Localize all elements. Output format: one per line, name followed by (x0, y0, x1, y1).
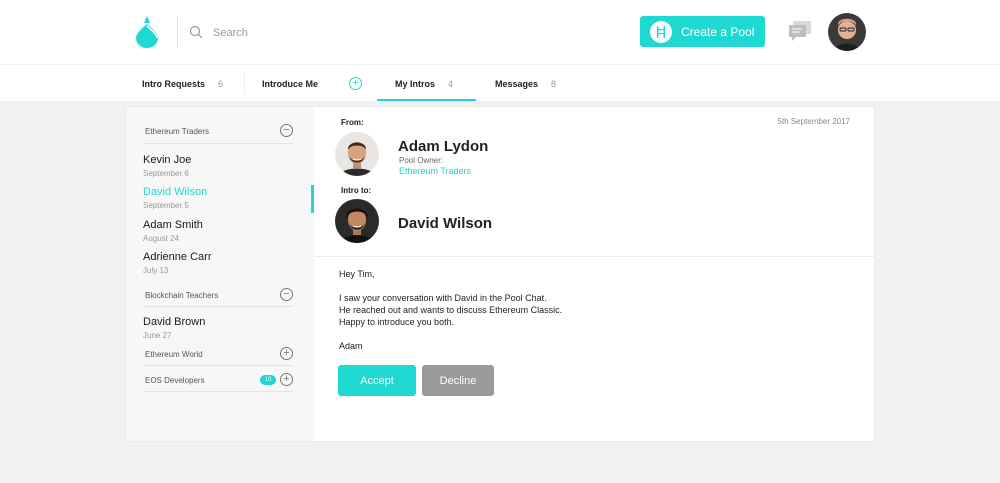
tab-bar: Intro Requests 6 Introduce Me + My Intro… (0, 64, 1000, 101)
contact-date: September 6 (143, 169, 189, 178)
sidebar-item-adam-smith[interactable]: Adam Smith August 24 (143, 219, 203, 243)
contact-name: David Wilson (143, 186, 208, 198)
intros-sidebar: Ethereum Traders − Kevin Joe September 6… (126, 107, 314, 441)
message-divider (314, 256, 874, 257)
plus-icon: + (349, 77, 362, 90)
active-tab-indicator (377, 99, 476, 101)
group-divider (143, 365, 293, 366)
search-input[interactable] (213, 23, 413, 43)
group-eos-developers[interactable]: EOS Developers (145, 376, 205, 385)
tab-count: 8 (551, 78, 557, 89)
tab-intro-requests[interactable]: Intro Requests 6 (142, 65, 223, 102)
drop-logo-icon[interactable] (134, 14, 160, 48)
group-ethereum-world[interactable]: Ethereum World (145, 350, 203, 359)
intro-detail: From: 5th September 2017 Adam Lydon Pool… (314, 107, 874, 441)
tab-label: My Intros (395, 78, 436, 89)
pool-owner-label: Pool Owner: (399, 156, 444, 165)
contact-name: David Brown (143, 316, 206, 328)
user-avatar[interactable] (828, 13, 866, 51)
sender-photo[interactable] (335, 132, 379, 176)
accept-button[interactable]: Accept (338, 365, 416, 396)
sidebar-item-david-brown[interactable]: David Brown June 27 (143, 316, 205, 340)
group-divider (143, 306, 293, 307)
sidebar-item-david-wilson[interactable]: David Wilson September 5 (143, 186, 207, 210)
recipient-photo[interactable] (335, 199, 379, 243)
tab-label: Messages (495, 78, 539, 89)
message-greeting: Hey Tim, (339, 269, 375, 279)
tab-messages[interactable]: Messages 8 (495, 65, 556, 102)
pool-icon (650, 20, 672, 43)
message-line: Happy to introduce you both. (339, 317, 455, 327)
tab-divider (244, 73, 245, 94)
collapse-icon[interactable]: − (280, 124, 293, 137)
header-divider (177, 16, 178, 48)
top-bar: Create a Pool (0, 0, 1000, 64)
introduce-me-add-button[interactable]: + (349, 65, 362, 102)
create-pool-label: Create a Pool (681, 24, 755, 39)
group-blockchain-teachers[interactable]: Blockchain Teachers (145, 291, 218, 300)
expand-icon[interactable]: + (280, 347, 293, 360)
tab-my-intros[interactable]: My Intros 4 (395, 65, 453, 102)
contact-name: Adrienne Carr (143, 251, 212, 263)
tab-label: Introduce Me (262, 78, 319, 89)
tab-count: 6 (218, 78, 224, 89)
tab-label: Intro Requests (142, 78, 206, 89)
intro-to-label: Intro to: (341, 186, 372, 195)
contact-date: August 24 (143, 234, 180, 243)
collapse-icon[interactable]: − (280, 288, 293, 301)
tab-introduce-me[interactable]: Introduce Me (262, 65, 318, 102)
expand-icon[interactable]: + (280, 373, 293, 386)
sender-name: Adam Lydon (398, 138, 489, 155)
group-divider (143, 143, 293, 144)
message-line: I saw your conversation with David in th… (339, 293, 547, 303)
sidebar-item-kevin-joe[interactable]: Kevin Joe September 6 (143, 154, 191, 178)
decline-button[interactable]: Decline (422, 365, 494, 396)
contact-date: September 5 (143, 201, 189, 210)
group-divider (143, 391, 293, 392)
intro-date: 5th September 2017 (777, 117, 851, 126)
chat-icon[interactable] (788, 20, 812, 42)
group-ethereum-traders[interactable]: Ethereum Traders (145, 127, 209, 136)
from-label: From: (341, 118, 364, 127)
create-pool-button[interactable]: Create a Pool (640, 16, 765, 47)
recipient-name: David Wilson (398, 215, 493, 232)
tab-count: 4 (448, 78, 454, 89)
contact-name: Kevin Joe (143, 154, 192, 166)
pool-link[interactable]: Ethereum Traders (399, 166, 471, 176)
contact-date: June 27 (143, 331, 172, 340)
intros-card: Ethereum Traders − Kevin Joe September 6… (125, 106, 875, 442)
message-line: He reached out and wants to discuss Ethe… (339, 305, 563, 315)
unread-badge: 10 (260, 375, 276, 385)
message-signature: Adam (339, 341, 363, 351)
search-icon (189, 25, 203, 39)
contact-name: Adam Smith (143, 219, 203, 231)
sidebar-item-adrienne-carr[interactable]: Adrienne Carr July 13 (143, 251, 211, 275)
contact-date: July 13 (143, 266, 169, 275)
